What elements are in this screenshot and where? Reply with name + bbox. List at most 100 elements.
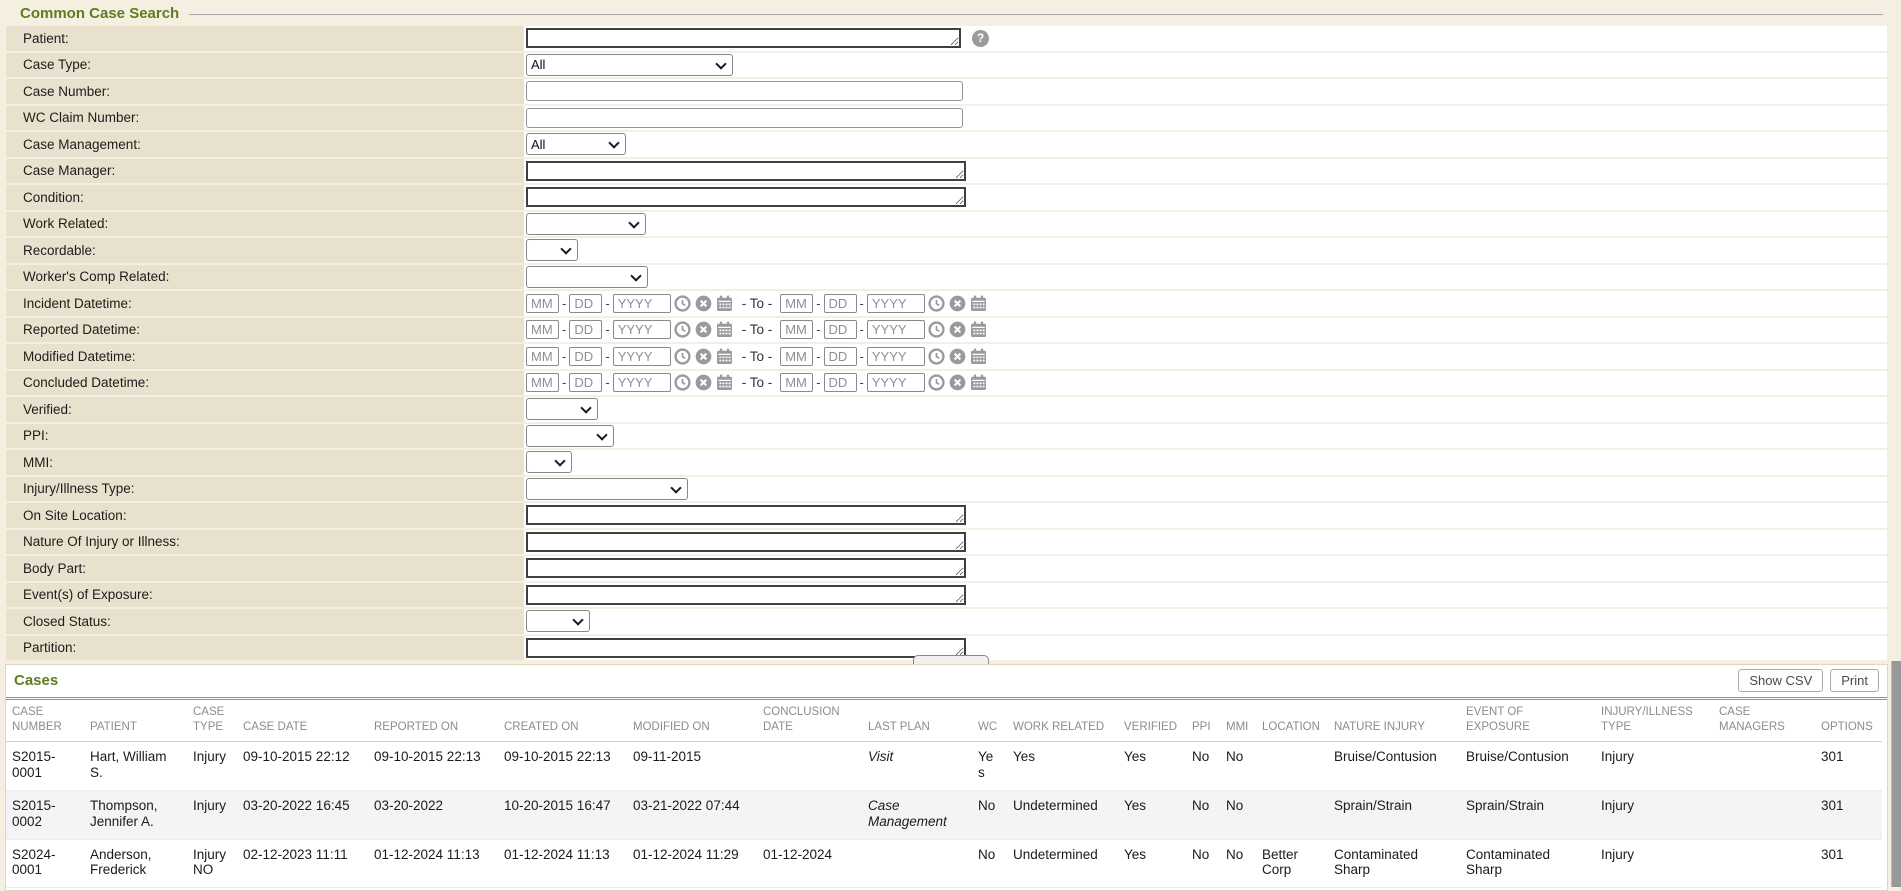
case_number-label: Case Number: [6,79,524,104]
calendar-icon[interactable] [716,374,733,391]
reported_datetime-from-date-group: -- [526,320,734,339]
clock-icon[interactable] [674,348,691,365]
condition-field[interactable] [526,187,966,207]
clock-icon[interactable] [928,321,945,338]
patient-field[interactable] [526,28,961,48]
modified_datetime-to-date-group: -- [780,347,988,366]
work_related-select[interactable] [526,213,646,235]
closed_status-select[interactable] [526,610,590,632]
concluded_datetime-from-day-input[interactable] [569,373,602,392]
clear-icon[interactable] [949,374,966,391]
cell-case_number: S2024-0001 [6,839,84,888]
incident_datetime-from-date-group: -- [526,294,734,313]
partition-field[interactable] [526,638,966,658]
modified_datetime-to-day-input[interactable] [824,347,857,366]
concluded_datetime-from-year-input[interactable] [613,373,671,392]
injury_illness_type-select[interactable] [526,478,688,500]
clock-icon[interactable] [674,374,691,391]
on_site_location-field[interactable] [526,505,966,525]
form-row-verified: Verified: [6,397,1887,422]
reported_datetime-from-year-input[interactable] [613,320,671,339]
show-csv-button[interactable]: Show CSV [1738,669,1823,692]
vertical-scrollbar[interactable] [1891,661,1901,887]
events_of_exposure-field[interactable] [526,585,966,605]
mmi-select[interactable] [526,451,572,473]
incident_datetime-to-day-input[interactable] [824,294,857,313]
verified-select[interactable] [526,398,598,420]
modified_datetime-from-day-input[interactable] [569,347,602,366]
incident_datetime-to-year-input[interactable] [867,294,925,313]
calendar-icon[interactable] [970,295,987,312]
incident_datetime-to-month-input[interactable] [780,294,813,313]
calendar-icon[interactable] [970,348,987,365]
form-row-work_related: Work Related: [6,212,1887,237]
clock-icon[interactable] [674,295,691,312]
clear-icon[interactable] [949,295,966,312]
incident_datetime-from-year-input[interactable] [613,294,671,313]
concluded_datetime-to-year-input[interactable] [867,373,925,392]
reported_datetime-from-day-input[interactable] [569,320,602,339]
date-separator: - [605,296,609,311]
modified_datetime-from-month-input[interactable] [526,347,559,366]
cell-location: Better Corp [1256,839,1328,888]
col-case_number: CASE NUMBER [6,700,84,741]
calendar-icon[interactable] [716,321,733,338]
calendar-icon[interactable] [970,321,987,338]
clock-icon[interactable] [928,295,945,312]
wc_claim_number-field[interactable] [526,108,963,128]
workers_comp_related-label: Worker's Comp Related: [6,265,524,290]
cases-header-buttons: Show CSV Print [1738,669,1879,692]
clear-icon[interactable] [949,348,966,365]
clear-icon[interactable] [695,321,712,338]
calendar-icon[interactable] [716,348,733,365]
cases-table: CASE NUMBERPATIENTCASE TYPECASE DATEREPO… [6,700,1882,888]
case_type-select[interactable]: All [526,54,733,76]
concluded_datetime-to-month-input[interactable] [780,373,813,392]
clock-icon[interactable] [928,374,945,391]
workers_comp_related-select[interactable] [526,266,648,288]
col-verified: VERIFIED [1118,700,1186,741]
clock-icon[interactable] [928,348,945,365]
print-button[interactable]: Print [1830,669,1879,692]
nature_of_injury-field-area [524,530,1887,555]
col-case_date: CASE DATE [237,700,368,741]
date-separator: - [860,349,864,364]
clear-icon[interactable] [695,348,712,365]
case_manager-field[interactable] [526,161,966,181]
body_part-field[interactable] [526,558,966,578]
col-conclusion_date: CONCLUSION DATE [757,700,862,741]
modified_datetime-to-month-input[interactable] [780,347,813,366]
case_management-select[interactable]: All [526,133,626,155]
cell-event_of_exposure: Bruise/Contusion [1460,741,1595,790]
concluded_datetime-to-day-input[interactable] [824,373,857,392]
nature_of_injury-field[interactable] [526,532,966,552]
cell-conclusion_date [757,790,862,839]
calendar-icon[interactable] [716,295,733,312]
reported_datetime-to-month-input[interactable] [780,320,813,339]
recordable-select[interactable] [526,239,578,261]
reported_datetime-to-year-input[interactable] [867,320,925,339]
ppi-select[interactable] [526,425,614,447]
cell-last_plan: Case Management [862,790,972,839]
modified_datetime-from-year-input[interactable] [613,347,671,366]
clear-icon[interactable] [695,295,712,312]
help-icon[interactable]: ? [972,30,989,47]
clock-icon[interactable] [674,321,691,338]
reported_datetime-to-day-input[interactable] [824,320,857,339]
partition-field-area [524,636,1887,661]
concluded_datetime-from-month-input[interactable] [526,373,559,392]
on_site_location-label: On Site Location: [6,503,524,528]
col-event_of_exposure: EVENT OF EXPOSURE [1460,700,1595,741]
incident_datetime-from-day-input[interactable] [569,294,602,313]
modified_datetime-to-year-input[interactable] [867,347,925,366]
clear-icon[interactable] [949,321,966,338]
case_number-field[interactable] [526,81,963,101]
cell-case_type: Injury [187,790,237,839]
form-row-injury_illness_type: Injury/Illness Type: [6,477,1887,502]
cell-created_on: 10-20-2015 16:47 [498,790,627,839]
incident_datetime-from-month-input[interactable] [526,294,559,313]
condition-field-area [524,185,1887,210]
reported_datetime-from-month-input[interactable] [526,320,559,339]
calendar-icon[interactable] [970,374,987,391]
clear-icon[interactable] [695,374,712,391]
